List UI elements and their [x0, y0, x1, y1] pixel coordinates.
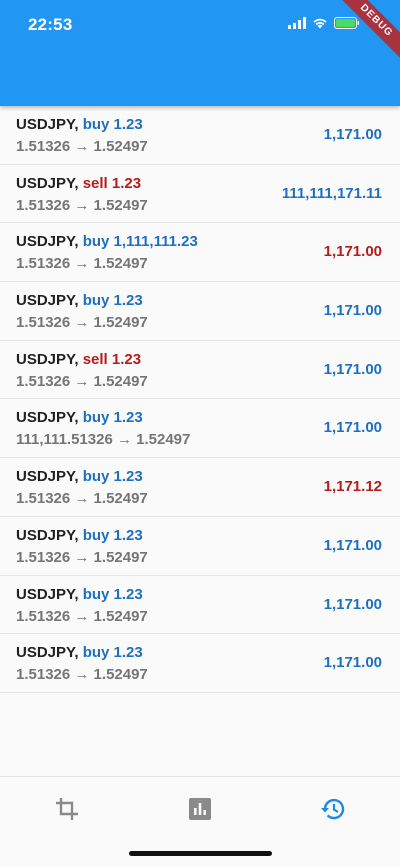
trade-separator: ,	[74, 292, 83, 310]
trade-symbol: USDJPY	[16, 233, 75, 251]
trade-prices: 1.51326 → 1.52497	[16, 607, 148, 625]
nav-chart-button[interactable]	[182, 793, 218, 829]
history-icon	[320, 797, 346, 826]
trade-side: buy	[82, 409, 110, 427]
crop-icon	[55, 797, 79, 826]
trade-side: buy	[82, 292, 110, 310]
trade-amount: 1,171.12	[323, 478, 382, 496]
list-item[interactable]: USDJPY, buy 1.23 1.51326 → 1.52497 1,171.0…	[0, 634, 400, 693]
trade-separator: ,	[74, 409, 83, 427]
trade-title: USDJPY, buy 1.23	[16, 527, 143, 544]
trade-prices: 1.51326 → 1.52497	[16, 666, 148, 684]
trade-amount: 1,171.00	[323, 654, 382, 672]
trade-separator: ,	[74, 526, 83, 544]
trade-quantity: 1.23	[111, 174, 142, 192]
list-item[interactable]: USDJPY, buy 1.23 1.51326 → 1.52497 1,171.0…	[0, 106, 400, 165]
list-item[interactable]: USDJPY, buy 1.23 111,111.51326 → 1.52497 1…	[0, 399, 400, 459]
trade-symbol: USDJPY	[16, 292, 75, 310]
trade-quantity: 1.23	[113, 292, 143, 310]
trade-title: USDJPY, buy 1.23	[16, 468, 143, 485]
trade-amount: 1,171.00	[323, 243, 382, 261]
trade-side: buy	[82, 585, 110, 603]
trade-prices: 1.51326 → 1.52497	[16, 548, 148, 566]
trade-symbol: USDJPY	[16, 468, 75, 486]
trade-amount: 1,171.00	[323, 302, 382, 320]
battery-icon	[334, 16, 360, 34]
trade-prices: 1.51326 → 1.52497	[16, 196, 148, 214]
trade-symbol: USDJPY	[16, 526, 75, 544]
list-item[interactable]: USDJPY, sell 1.23 1.51326 → 1.52497 1,171.…	[0, 341, 400, 400]
trade-amount: 1,171.00	[323, 595, 382, 613]
app-bar: 22:53	[0, 0, 400, 106]
home-indicator	[129, 851, 272, 856]
trade-list[interactable]: USDJPY, buy 1.23 1.51326 → 1.52497 1,171.0…	[0, 106, 400, 693]
trade-amount: 111,111,171.11	[281, 184, 382, 202]
trade-title: USDJPY, buy 1.23	[16, 292, 143, 309]
wifi-icon	[312, 16, 328, 34]
trade-side: buy	[82, 526, 110, 544]
trade-side: buy	[82, 116, 110, 133]
trade-prices: 1.51326 → 1.52497	[16, 314, 148, 332]
list-item[interactable]: USDJPY, buy 1.23 1.51326 → 1.52497 1,171.0…	[0, 517, 400, 576]
trade-title: USDJPY, sell 1.23	[16, 351, 141, 368]
nav-crop-button[interactable]	[49, 793, 85, 829]
trade-side: buy	[82, 644, 110, 662]
trade-symbol: USDJPY	[16, 116, 75, 133]
trade-amount: 1,171.00	[323, 360, 382, 378]
trade-prices: 1.51326 → 1.52497	[16, 138, 148, 155]
bar-chart-icon	[189, 797, 211, 825]
status-time: 22:53	[28, 15, 73, 34]
trade-quantity: 1.23	[113, 468, 143, 486]
trade-side: buy	[82, 233, 110, 251]
trade-separator: ,	[74, 468, 83, 486]
signal-icon	[288, 16, 306, 34]
trade-title: USDJPY, buy 1.23	[16, 409, 143, 426]
nav-history-button[interactable]	[315, 793, 351, 829]
trade-separator: ,	[74, 116, 83, 133]
trade-symbol: USDJPY	[16, 350, 75, 368]
trade-prices: 111,111.51326 → 1.52497	[16, 431, 191, 449]
status-icons	[288, 16, 360, 34]
trade-separator: ,	[74, 585, 83, 603]
trade-quantity: 1.23	[113, 409, 143, 427]
trade-amount: 1,171.00	[323, 126, 382, 143]
trade-amount: 1,171.00	[323, 419, 382, 437]
trade-title: USDJPY, buy 1.23	[16, 116, 143, 133]
trade-quantity: 1.23	[111, 350, 142, 368]
trade-separator: ,	[74, 350, 83, 368]
trade-amount: 1,171.00	[323, 536, 382, 554]
list-item[interactable]: USDJPY, buy 1,111,111.23 1.51326 → 1.5249…	[0, 223, 400, 283]
list-item[interactable]: USDJPY, buy 1.23 1.51326 → 1.52497 1,171.0…	[0, 282, 400, 341]
trade-symbol: USDJPY	[16, 644, 75, 662]
trade-quantity: 1.23	[113, 644, 143, 662]
trade-quantity: 1.23	[113, 526, 143, 544]
list-item[interactable]: USDJPY, buy 1.23 1.51326 → 1.52497 1,171.1…	[0, 458, 400, 517]
trade-symbol: USDJPY	[16, 174, 75, 192]
trade-prices: 1.51326 → 1.52497	[16, 490, 148, 508]
trade-side: sell	[82, 350, 108, 368]
trade-prices: 1.51326 → 1.52497	[16, 255, 148, 273]
trade-title: USDJPY, buy 1,111,111.23	[16, 233, 198, 250]
trade-separator: ,	[74, 644, 83, 662]
trade-title: USDJPY, buy 1.23	[16, 586, 143, 603]
trade-side: buy	[82, 468, 110, 486]
trade-separator: ,	[74, 233, 83, 251]
trade-quantity: 1,111,111.23	[113, 233, 198, 251]
trade-title: USDJPY, buy 1.23	[16, 644, 143, 661]
trade-quantity: 1.23	[113, 116, 143, 133]
list-item[interactable]: USDJPY, sell 1.23 1.51326 → 1.52497 111,11…	[0, 165, 400, 224]
trade-side: sell	[82, 174, 108, 192]
trade-quantity: 1.23	[113, 585, 143, 603]
trade-symbol: USDJPY	[16, 585, 75, 603]
trade-prices: 1.51326 → 1.52497	[16, 372, 148, 390]
trade-symbol: USDJPY	[16, 409, 75, 427]
trade-separator: ,	[74, 174, 83, 192]
trade-title: USDJPY, sell 1.23	[16, 175, 141, 192]
list-item[interactable]: USDJPY, buy 1.23 1.51326 → 1.52497 1,171.0…	[0, 576, 400, 635]
